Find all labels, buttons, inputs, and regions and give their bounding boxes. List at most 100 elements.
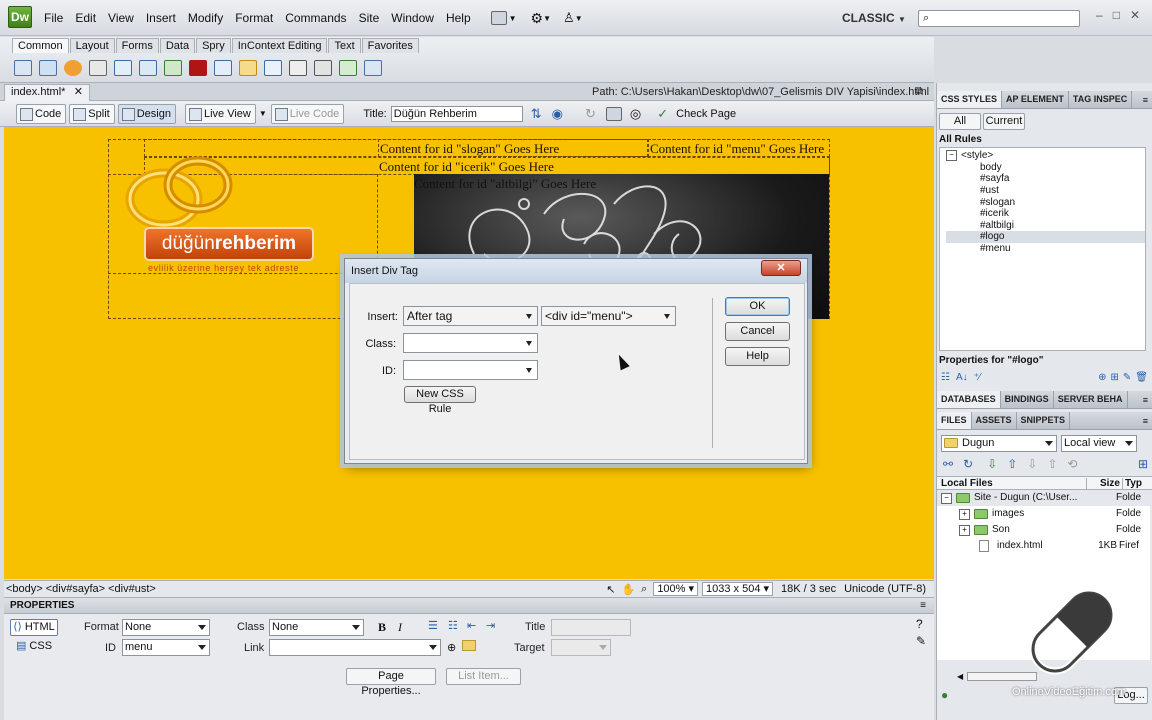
- tab-favorites[interactable]: Favorites: [361, 38, 419, 53]
- help-icon[interactable]: ?: [916, 617, 923, 631]
- comment-icon[interactable]: [264, 60, 282, 76]
- zoom-tool-icon[interactable]: ⌕: [641, 583, 647, 596]
- panel-menu-icon[interactable]: ≡: [1143, 95, 1148, 105]
- check-page-button[interactable]: Check Page: [676, 108, 736, 120]
- unordered-list-icon[interactable]: ☰: [428, 619, 438, 632]
- email-link-icon[interactable]: [39, 60, 57, 76]
- format-select[interactable]: None: [122, 619, 210, 636]
- restore-document-icon[interactable]: ⧉: [915, 85, 923, 98]
- refresh-files-icon[interactable]: ↻: [963, 457, 973, 471]
- outdent-icon[interactable]: ⇤: [467, 619, 476, 632]
- list-item[interactable]: + images Folde: [937, 506, 1150, 522]
- browse-folder-icon[interactable]: [462, 640, 476, 651]
- tab-incontext-editing[interactable]: InContext Editing: [231, 38, 328, 53]
- col-type[interactable]: Typ: [1122, 477, 1142, 489]
- site-manager-icon[interactable]: ♙: [563, 10, 575, 26]
- tab-ap-elements[interactable]: AP ELEMENT: [1002, 91, 1069, 108]
- design-view-button[interactable]: Design: [117, 103, 176, 124]
- tree-rule-menu[interactable]: #menu: [946, 243, 1145, 255]
- code-view-button[interactable]: Code: [16, 103, 67, 124]
- new-css-rule-icon[interactable]: ⊞: [1111, 372, 1119, 383]
- zoom-select[interactable]: 100% ▾: [653, 582, 699, 596]
- search-input[interactable]: ⌕: [918, 10, 1080, 27]
- head-icon[interactable]: [289, 60, 307, 76]
- sort-az-icon[interactable]: A↓: [956, 372, 968, 383]
- menu-file[interactable]: File: [38, 0, 69, 36]
- point-to-file-icon[interactable]: ⊕: [447, 641, 456, 654]
- quick-tag-editor-icon[interactable]: ✎: [916, 634, 926, 648]
- view-select[interactable]: Local view: [1061, 435, 1137, 452]
- list-item[interactable]: + Son Folde: [937, 522, 1150, 538]
- live-view-dropdown-icon[interactable]: ▼: [259, 109, 267, 118]
- list-item[interactable]: index.html 1KB Firef: [937, 538, 1150, 554]
- workspace-switcher[interactable]: CLASSIC ▼: [842, 11, 906, 25]
- tree-rule-ust[interactable]: #ust: [946, 185, 1145, 197]
- maximize-icon[interactable]: □: [1113, 8, 1120, 22]
- menu-help[interactable]: Help: [440, 0, 477, 36]
- css-mode-button[interactable]: ▤ CSS: [10, 639, 58, 656]
- tab-spry[interactable]: Spry: [196, 38, 231, 53]
- tab-css-styles[interactable]: CSS STYLES: [937, 91, 1003, 108]
- view-options-icon[interactable]: [605, 106, 622, 121]
- menu-modify[interactable]: Modify: [182, 0, 229, 36]
- put-files-icon[interactable]: ⇧: [1007, 457, 1017, 471]
- window-size-select[interactable]: 1033 x 504 ▾: [702, 582, 774, 596]
- tab-snippets[interactable]: SNIPPETS: [1017, 412, 1071, 429]
- layout-icon[interactable]: [490, 11, 507, 25]
- tab-bindings[interactable]: BINDINGS: [1001, 391, 1054, 408]
- tree-rule-style[interactable]: − <style>: [946, 150, 1145, 162]
- dialog-close-button[interactable]: ✕: [761, 260, 801, 276]
- menu-commands[interactable]: Commands: [279, 0, 352, 36]
- image-icon[interactable]: [164, 60, 182, 76]
- live-view-button[interactable]: Live View: [184, 103, 256, 124]
- panel-menu-icon[interactable]: ≡: [1143, 395, 1148, 405]
- get-files-icon[interactable]: ⇩: [987, 457, 997, 471]
- date-icon[interactable]: [214, 60, 232, 76]
- close-tab-icon[interactable]: ✕: [74, 85, 83, 100]
- html-mode-button[interactable]: ⟨⟩ HTML: [10, 619, 58, 636]
- connect-icon[interactable]: ⚯: [943, 457, 953, 471]
- bold-button[interactable]: B: [378, 620, 386, 635]
- check-out-icon[interactable]: ⇩: [1027, 457, 1037, 471]
- tag-selector[interactable]: <body> <div#sayfa> <div#ust>: [6, 583, 156, 595]
- templates-icon[interactable]: [339, 60, 357, 76]
- tree-rule-slogan[interactable]: #slogan: [946, 197, 1145, 209]
- split-view-button[interactable]: Split: [69, 103, 115, 124]
- panel-menu-icon[interactable]: ≡: [920, 598, 926, 613]
- attach-stylesheet-icon[interactable]: ⊕: [1098, 372, 1106, 383]
- list-item[interactable]: − Site - Dugun (C:\User... Folde: [937, 490, 1150, 506]
- page-properties-button[interactable]: Page Properties...: [346, 668, 436, 697]
- div-slogan[interactable]: Content for id "slogan" Goes Here: [378, 139, 648, 157]
- new-css-rule-button[interactable]: New CSS Rule: [404, 386, 476, 415]
- file-management-icon[interactable]: ⇅: [531, 106, 542, 122]
- tab-files[interactable]: FILES: [937, 412, 972, 429]
- menu-view[interactable]: View: [102, 0, 140, 36]
- check-in-icon[interactable]: ⇧: [1047, 457, 1057, 471]
- menu-site[interactable]: Site: [353, 0, 386, 36]
- media-icon[interactable]: [189, 60, 207, 76]
- set-properties-icon[interactable]: ⁺⁄: [974, 372, 981, 383]
- tree-rule-logo[interactable]: #logo: [946, 231, 1145, 243]
- menu-insert[interactable]: Insert: [140, 0, 182, 36]
- menu-window[interactable]: Window: [385, 0, 440, 36]
- title-input[interactable]: Düğün Rehberim: [390, 105, 523, 122]
- scroll-left-icon[interactable]: ◀: [957, 672, 963, 681]
- class-select[interactable]: [403, 333, 538, 353]
- visual-aids-icon[interactable]: ◎: [630, 106, 641, 122]
- div-menu[interactable]: Content for id "menu" Goes Here: [648, 139, 830, 157]
- document-tab[interactable]: index.html* ✕: [4, 84, 90, 101]
- id-select[interactable]: [403, 360, 538, 380]
- tab-forms[interactable]: Forms: [115, 38, 159, 53]
- server-side-include-icon[interactable]: [239, 60, 257, 76]
- col-size[interactable]: Size: [1086, 477, 1122, 489]
- sync-icon[interactable]: ⟲: [1067, 457, 1077, 471]
- all-mode-button[interactable]: All: [939, 113, 981, 130]
- current-mode-button[interactable]: Current: [983, 113, 1025, 130]
- insert-div-icon[interactable]: [139, 60, 157, 76]
- tree-rule-body[interactable]: body: [946, 162, 1145, 174]
- horizontal-rule-icon[interactable]: [89, 60, 107, 76]
- minimize-icon[interactable]: –: [1096, 8, 1103, 22]
- select-tool-icon[interactable]: ↖: [606, 583, 615, 596]
- menu-edit[interactable]: Edit: [69, 0, 102, 36]
- refresh-icon[interactable]: ↻: [585, 106, 596, 122]
